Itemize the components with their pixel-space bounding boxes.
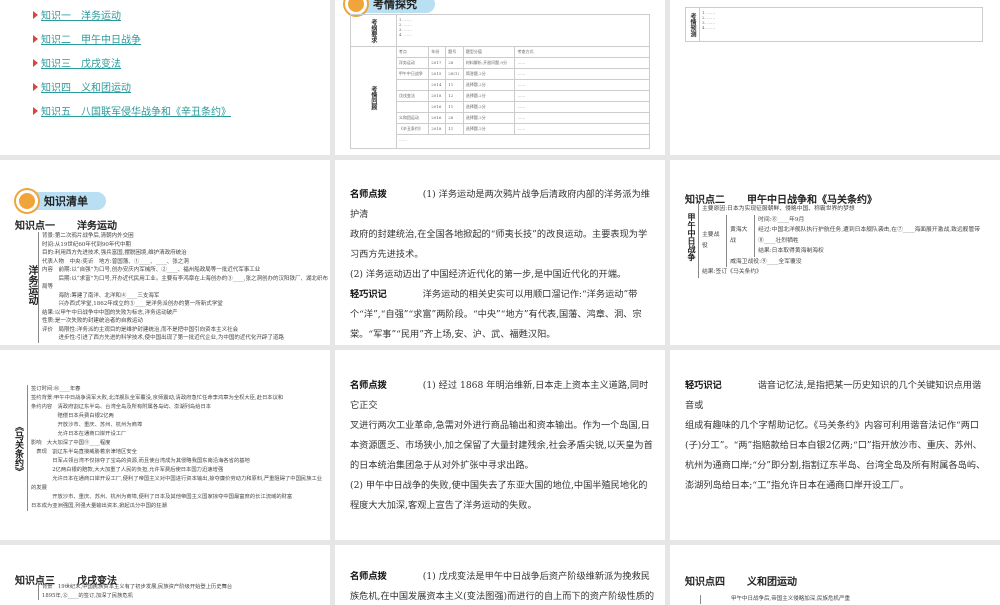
arrow-icon	[33, 106, 38, 115]
knowledge-tree: 签订时间:⑩____年春 签约背景:甲午中日战争清军大败,北洋舰队全军覆没,京师震…	[27, 385, 327, 511]
side-label: 甲午中日战争	[687, 213, 696, 261]
slide-toc[interactable]: 知识一 洋务运动 知识二 甲午中日战争 知识三 戊戌变法 知识四 义和团运动 知…	[0, 0, 330, 155]
side-label: 洋务运动	[26, 265, 37, 305]
arrow-icon	[33, 82, 38, 91]
req-label: 考纲要求	[350, 14, 397, 47]
slide-knowledge-1[interactable]: 知识清单 知识点一 洋务运动 洋务运动 背景:第二次鸦片战争后,清朝内外交困 时间:…	[0, 160, 330, 345]
toc-item[interactable]: 知识一 洋务运动	[33, 7, 231, 22]
badge-label: 知识清单	[44, 195, 88, 208]
knowledge-tree: 主要原因:日本为实现征服朝鲜、侵略中国、称霸世界的梦想 主要战役 黄海大战 时间:⑥…	[698, 204, 996, 278]
slide-tip-1[interactable]: 名师点拨 (1) 洋务运动是两次鸦片战争后清政府内部的洋务派为维护清 政府的封建统…	[335, 160, 665, 345]
slide-knowledge-2[interactable]: 知识点二 甲午中日战争和《马关条约》 甲午中日战争 主要原因:日本为实现征服朝鲜、…	[670, 160, 1000, 345]
th: 考查方式	[514, 46, 650, 58]
toc-link[interactable]: 知识五 八国联军侵华战争和《辛丑条约》	[41, 103, 231, 118]
section-heading: 知识点一 洋务运动	[15, 221, 117, 232]
slide-exam-forecast[interactable]: 考情预测 1. …… 2. …… 3. …… 4. ……	[670, 0, 1000, 155]
tip-text: 名师点拨 (1) 经过 1868 年明治维新,日本走上资本主义道路,同时它正交 叉…	[350, 380, 653, 511]
slide-knowledge-4[interactable]: 知识点四 义和团运动 甲午中日战争后,帝国主义侵略加深,民族危机严重	[670, 545, 1000, 605]
arrow-icon	[33, 34, 38, 43]
badge-label: 考情探究	[373, 0, 417, 11]
knowledge-tree: 甲午中日战争后,帝国主义侵略加深,民族危机严重	[700, 595, 980, 604]
knowledge-tree: 背景 19世纪末,中国民族资本主义有了初步发展,民族资产阶级开始登上历史舞台 18…	[38, 583, 318, 600]
slide-tip-3[interactable]: 轻巧识记 谐音记忆法,是指把某一历史知识的几个关键知识点用谐音或 组成有趣味的几个…	[670, 350, 1000, 540]
forecast-label: 考情预测	[685, 7, 700, 42]
toc-link[interactable]: 知识四 义和团运动	[41, 79, 131, 94]
section-badge: 考情探究	[345, 0, 435, 15]
review-label: 考情回顾	[350, 46, 397, 149]
section-heading: 知识点四 义和团运动	[685, 577, 797, 588]
slide-exam-analysis[interactable]: 考情探究 考纲要求 1. …… 2. …… 3. …… 4. …… 考情回顾 考点 年份题…	[335, 0, 665, 155]
tip-text: 名师点拨 (1) 洋务运动是两次鸦片战争后清政府内部的洋务派为维护清 政府的封建统…	[350, 189, 650, 340]
circle-icon	[345, 0, 367, 15]
toc-link[interactable]: 知识三 戊戌变法	[41, 55, 121, 70]
toc-item[interactable]: 知识五 八国联军侵华战争和《辛丑条约》	[33, 103, 231, 118]
toc-item[interactable]: 知识二 甲午中日战争	[33, 31, 231, 46]
arrow-icon	[33, 58, 38, 67]
section-badge: 知识清单	[16, 190, 106, 212]
toc-link[interactable]: 知识一 洋务运动	[41, 7, 121, 22]
knowledge-tree: 背景:第二次鸦片战争后,清朝内外交困 时间:从19世纪60年代到90年代中期 目的:…	[38, 232, 328, 343]
slide-grid: 知识一 洋务运动 知识二 甲午中日战争 知识三 戊戌变法 知识四 义和团运动 知…	[0, 0, 1000, 605]
slide-treaty[interactable]: 《马关条约》 签订时间:⑩____年春 签约背景:甲午中日战争清军大败,北洋舰队全…	[0, 350, 330, 540]
side-label: 《马关条约》	[13, 422, 23, 476]
th: 年份	[428, 46, 447, 58]
toc-item[interactable]: 知识四 义和团运动	[33, 79, 231, 94]
exam-table: 考纲要求 1. …… 2. …… 3. …… 4. …… 考情回顾 考点 年份 题号 题型分值…	[350, 14, 651, 149]
slide-knowledge-3[interactable]: 知识点三 戊戌变法 背景 19世纪末,中国民族资本主义有了初步发展,民族资产阶级开…	[0, 545, 330, 605]
tip-text: 名师点拨 (1) 戊戌变法是甲午中日战争后资产阶级维新派为挽救民族危机,在中国发展…	[350, 571, 655, 602]
th: 题号	[445, 46, 464, 58]
toc-item[interactable]: 知识三 戊戌变法	[33, 55, 231, 70]
slide-tip-4[interactable]: 名师点拨 (1) 戊戌变法是甲午中日战争后资产阶级维新派为挽救民族危机,在中国发展…	[335, 545, 665, 605]
tip-text: 轻巧识记 谐音记忆法,是指把某一历史知识的几个关键知识点用谐音或 组成有趣味的几个…	[685, 380, 986, 491]
slide-tip-2[interactable]: 名师点拨 (1) 经过 1868 年明治维新,日本走上资本主义道路,同时它正交 叉…	[335, 350, 665, 540]
circle-icon	[16, 190, 38, 212]
th: 题型分值	[462, 46, 516, 58]
th: 考点	[395, 46, 430, 58]
forecast-table: 考情预测 1. …… 2. …… 3. …… 4. ……	[685, 7, 983, 42]
toc-link[interactable]: 知识二 甲午中日战争	[41, 31, 141, 46]
arrow-icon	[33, 10, 38, 19]
